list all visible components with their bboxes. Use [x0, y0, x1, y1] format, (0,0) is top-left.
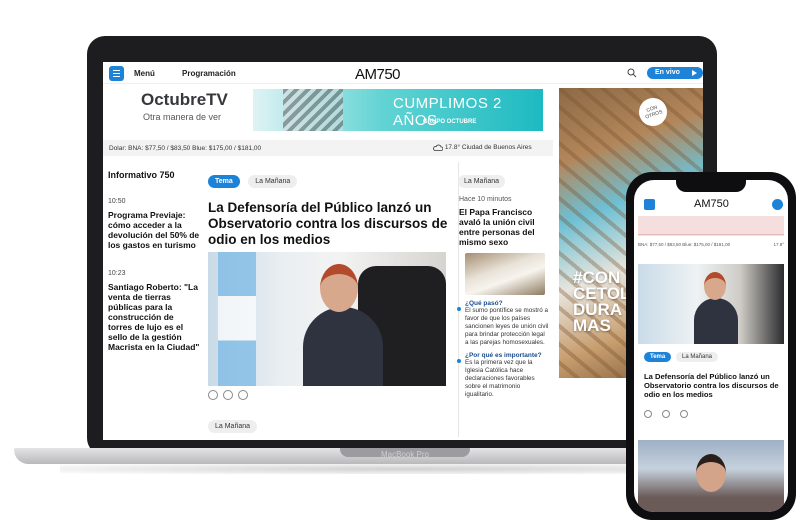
laptop-model-label: MacBook Pro	[380, 450, 430, 459]
search-icon[interactable]	[627, 68, 637, 78]
brand-name: OctubreTV	[141, 90, 228, 109]
phone-headline[interactable]: La Defensoría del Público lanzó un Obser…	[644, 372, 784, 399]
play-icon	[692, 70, 697, 76]
cloud-icon	[433, 144, 444, 151]
person-body	[694, 298, 738, 344]
live-play-icon[interactable]	[772, 199, 783, 210]
phone-temp: 17.8°	[773, 242, 784, 247]
laptop-screen: Menú Programación AM750 En vivo OctubreT…	[103, 62, 703, 440]
facebook-share-icon[interactable]	[680, 410, 688, 418]
phone-screen: AM750 BNA: $77,50 / $83,50 Blue: $175,00…	[634, 180, 788, 512]
programming-link[interactable]: Programación	[182, 69, 236, 78]
story-headline[interactable]: El Papa Francisco avaló la unión civil e…	[457, 207, 549, 247]
phone-dollar-rates: BNA: $77,50 / $83,50 Blue: $175,00 / $18…	[638, 242, 731, 247]
site-header: Menú Programación AM750 En vivo	[103, 62, 703, 84]
phone-story-photo[interactable]	[638, 264, 784, 344]
brand-tagline: Otra manera de ver	[143, 112, 222, 122]
exchange-rate-bar: Dolar: BNA: $77,50 / $83,50 Blue: $175,0…	[103, 140, 553, 156]
qa-question: ¿Por qué es importante?	[465, 352, 542, 359]
live-button[interactable]: En vivo	[647, 67, 703, 79]
octubre-tv-brand: OctubreTV Otra manera de ver	[141, 86, 261, 134]
main-headline[interactable]: La Defensoría del Público lanzó un Obser…	[208, 200, 448, 248]
news-headline[interactable]: Programa Previaje: cómo acceder a la dev…	[108, 210, 200, 250]
tag-la-manana[interactable]: La Mañana	[208, 420, 258, 433]
dollar-rates: Dolar: BNA: $77,50 / $83,50 Blue: $175,0…	[109, 145, 262, 152]
banner-collage	[283, 89, 343, 131]
phone-notch	[676, 178, 746, 192]
tag-tema[interactable]: Tema	[644, 352, 672, 362]
banner-group: GRUPO OCTUBRE	[423, 119, 477, 125]
hamburger-menu-icon[interactable]	[644, 199, 655, 210]
email-share-icon[interactable]	[662, 410, 670, 418]
whatsapp-share-icon[interactable]	[644, 410, 652, 418]
tag-la-manana[interactable]: La Mañana	[248, 175, 298, 188]
main-story-photo[interactable]	[208, 252, 446, 386]
informativo-column: Informativo 750 10:50 Programa Previaje:…	[108, 170, 200, 372]
news-time: 10:23	[108, 270, 126, 277]
flag	[218, 252, 256, 386]
phone-story-photo-2[interactable]	[638, 440, 784, 512]
news-time: 10:50	[108, 198, 126, 205]
banner-divider	[638, 234, 784, 235]
section-title: Informativo 750	[108, 170, 175, 180]
facebook-share-icon[interactable]	[238, 390, 248, 400]
news-headline[interactable]: Santiago Roberto: "La venta de tierras p…	[108, 282, 200, 352]
tag-la-manana[interactable]: La Mañana	[676, 352, 719, 362]
weather-text: 17.8° Ciudad de Buenos Aires	[444, 144, 532, 152]
weather: 17.8° Ciudad de Buenos Aires	[433, 144, 532, 151]
time-ago: Hace 10 minutos	[459, 196, 512, 203]
bullet-icon	[457, 307, 461, 311]
person-body	[303, 307, 383, 386]
site-logo[interactable]: AM750	[355, 66, 401, 83]
anniversary-banner: CUMPLIMOS 2 AÑOS GRUPO OCTUBRE	[253, 89, 543, 131]
person-head	[320, 264, 358, 312]
hamburger-menu-icon[interactable]	[109, 66, 124, 81]
tag-tema[interactable]: Tema	[208, 175, 240, 188]
person-head	[696, 454, 726, 492]
right-story: La Mañana Hace 10 minutos El Papa Franci…	[457, 170, 549, 399]
bullet-icon	[457, 359, 461, 363]
qa-answer: Es la primera vez que la Iglesia Católic…	[465, 359, 535, 398]
phone-banner-ad[interactable]	[638, 216, 784, 236]
whatsapp-share-icon[interactable]	[208, 390, 218, 400]
person-head	[704, 272, 726, 300]
menu-link[interactable]: Menú	[134, 69, 155, 78]
tag-la-manana[interactable]: La Mañana	[458, 175, 506, 188]
main-story: Tema La Mañana La Defensoría del Público…	[208, 170, 448, 433]
qa-answer: El sumo pontífice se mostró a favor de q…	[465, 307, 549, 346]
pope-photo[interactable]	[465, 253, 545, 295]
phone-rates: BNA: $77,50 / $83,50 Blue: $175,00 / $18…	[638, 242, 784, 247]
site-logo[interactable]: AM750	[694, 198, 729, 210]
qa-question: ¿Qué pasó?	[465, 300, 503, 307]
top-banner-ad[interactable]: OctubreTV Otra manera de ver CUMPLIMOS 2…	[103, 86, 553, 134]
email-share-icon[interactable]	[223, 390, 233, 400]
live-button-label: En vivo	[655, 69, 680, 76]
phone-header: AM750	[634, 194, 788, 214]
